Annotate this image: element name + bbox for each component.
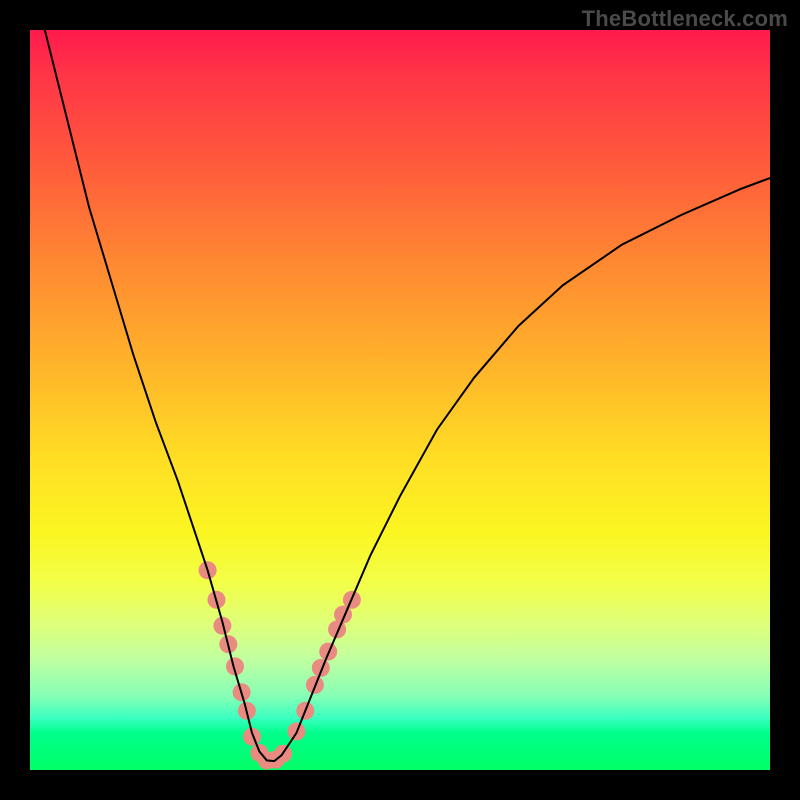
marker-group <box>199 561 361 769</box>
curve-path <box>45 30 770 761</box>
watermark-text: TheBottleneck.com <box>582 6 788 32</box>
chart-svg <box>30 30 770 770</box>
chart-stage: TheBottleneck.com <box>0 0 800 800</box>
plot-area <box>30 30 770 770</box>
